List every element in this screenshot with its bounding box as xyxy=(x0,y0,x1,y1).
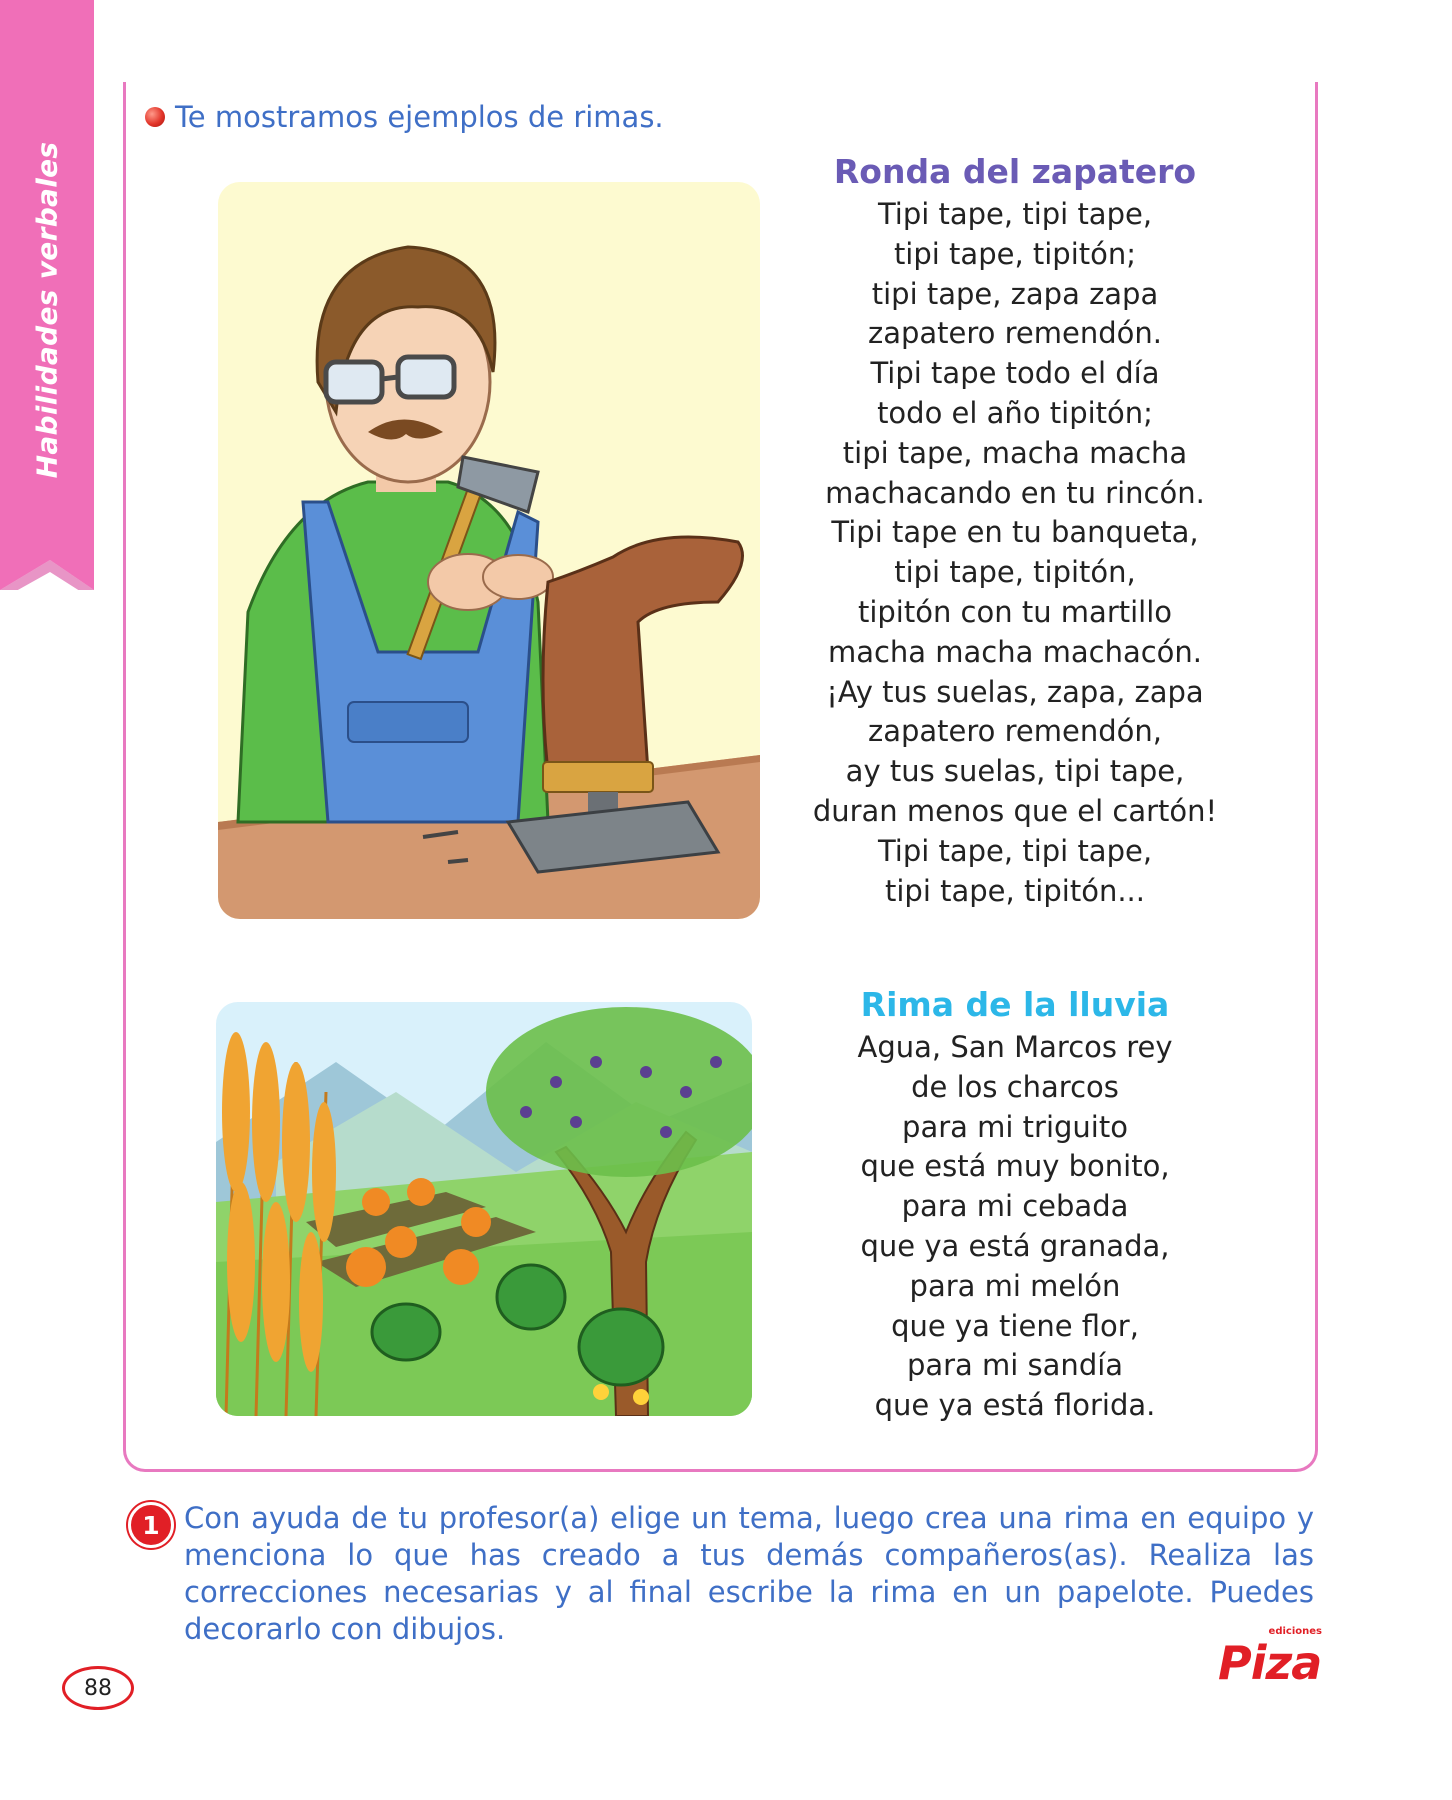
poem-line: Tipi tape, tipi tape, xyxy=(877,833,1153,868)
section-tab: Habilidades verbales xyxy=(0,0,94,590)
publisher-logo: ediciones Piza xyxy=(1218,1626,1324,1690)
poem-line: Tipi tape en tu banqueta, xyxy=(831,515,1199,550)
poem-line: que está muy bonito, xyxy=(860,1149,1170,1184)
poem-title: Rima de la lluvia xyxy=(860,985,1170,1024)
poem-rima-de-la-lluvia: Rima de la lluvia Agua, San Marcos rey d… xyxy=(790,985,1240,1426)
poem-line: zapatero remendón, xyxy=(868,714,1162,749)
poem-title: Ronda del zapatero xyxy=(833,152,1197,191)
poem-line: para mi melón xyxy=(909,1268,1121,1303)
poem-line: zapatero remendón. xyxy=(868,316,1162,351)
poem-line: macha macha machacón. xyxy=(827,634,1203,669)
shoemaker-illustration xyxy=(218,182,760,919)
logo-main-text: Piza xyxy=(1218,1636,1322,1690)
activity-instructions: Con ayuda de tu profesor(a) elige un tem… xyxy=(184,1501,1314,1646)
intro-text: Te mostramos ejemplos de rimas. xyxy=(175,100,664,134)
poem-line: tipitón con tu martillo xyxy=(857,594,1173,629)
activity-number-badge: 1 xyxy=(128,1502,174,1548)
poem-line: para mi sandía xyxy=(906,1348,1124,1383)
poem-line: tipi tape, tipitón; xyxy=(893,236,1137,271)
poem-line: Agua, San Marcos rey xyxy=(857,1030,1173,1064)
poem-line: ay tus suelas, tipi tape, xyxy=(845,754,1185,789)
poem-line: que ya está granada, xyxy=(860,1228,1170,1263)
poem-line: todo el año tipitón; xyxy=(877,395,1153,430)
poem-ronda-del-zapatero: Ronda del zapatero Tipi tape, tipi tape,… xyxy=(790,152,1240,911)
bullet-icon xyxy=(145,107,165,127)
section-label: Habilidades verbales xyxy=(30,141,64,479)
poem-line: machacando en tu rincón. xyxy=(825,475,1205,510)
poem-line: tipi tape, tipitón... xyxy=(885,873,1145,908)
activity-1: 1 Con ayuda de tu profesor(a) elige un t… xyxy=(128,1500,1320,1648)
poem-line: que ya está florida. xyxy=(874,1388,1156,1423)
field-illustration xyxy=(216,1002,752,1416)
poem-line: que ya tiene flor, xyxy=(891,1308,1139,1343)
poem-line: tipi tape, zapa zapa xyxy=(871,276,1159,311)
poem-line: Tipi tape todo el día xyxy=(870,356,1160,391)
poem-line: Tipi tape, tipi tape, xyxy=(877,197,1153,231)
intro-line: Te mostramos ejemplos de rimas. xyxy=(145,100,664,134)
poem-line: tipi tape, tipitón, xyxy=(894,555,1136,590)
poem-line: para mi cebada xyxy=(901,1189,1129,1224)
poem-line: duran menos que el cartón! xyxy=(812,793,1218,828)
poem-line: tipi tape, macha macha xyxy=(842,435,1188,470)
poem-line: ¡Ay tus suelas, zapa, zapa xyxy=(826,674,1204,709)
poem-line: de los charcos xyxy=(911,1069,1119,1104)
poem-line: para mi triguito xyxy=(902,1109,1128,1144)
page-number: 88 xyxy=(62,1666,134,1710)
